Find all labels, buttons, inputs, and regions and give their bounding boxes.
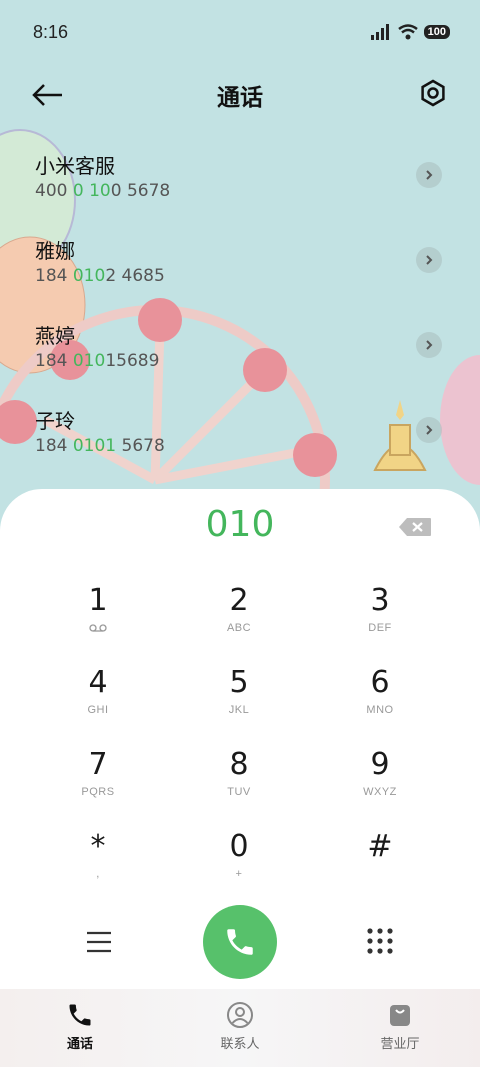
contact-row[interactable]: 燕婷 184 01015689 <box>0 310 480 395</box>
nav-item-contacts[interactable]: 联系人 <box>160 989 320 1067</box>
contact-row[interactable]: 雅娜 184 0102 4685 <box>0 225 480 310</box>
key-3[interactable]: 3 DEF <box>310 584 450 654</box>
battery-icon: 100 <box>423 25 450 39</box>
nav-item-store[interactable]: 营业厅 <box>320 989 480 1067</box>
contact-number: 184 0101 5678 <box>35 436 165 456</box>
contact-name: 燕婷 <box>35 324 75 348</box>
contact-name: 雅娜 <box>35 239 75 263</box>
bottom-nav: 通话 联系人 营业厅 <box>0 989 480 1067</box>
contact-number: 184 0102 4685 <box>35 266 165 286</box>
key-1[interactable]: 1 <box>28 584 168 654</box>
signal-icon <box>370 24 389 40</box>
nav-label: 联系人 <box>220 1037 260 1052</box>
nav-label: 营业厅 <box>380 1037 420 1052</box>
page-title: 通话 <box>217 85 263 111</box>
backspace-icon[interactable] <box>398 517 432 537</box>
contact-list: 小米客服 400 0 100 5678 雅娜 184 0102 4685 燕婷 … <box>0 140 480 480</box>
nav-item-calls[interactable]: 通话 <box>0 989 160 1067</box>
menu-icon[interactable] <box>86 929 112 955</box>
dialer-panel: 010 1 2 ABC 3 DEF 4 GHI 5 JKL 6 MNO 7 PQ… <box>0 489 480 989</box>
key-8[interactable]: 8 TUV <box>169 748 309 818</box>
bag-icon <box>390 1005 410 1026</box>
contact-icon <box>227 1002 253 1028</box>
top-bar: 通话 <box>0 70 480 120</box>
status-time: 8:16 <box>33 22 69 42</box>
settings-icon[interactable] <box>418 78 448 108</box>
call-button[interactable] <box>203 905 277 979</box>
key-5[interactable]: 5 JKL <box>169 666 309 736</box>
keypad-grid-icon[interactable] <box>366 927 394 955</box>
key-4[interactable]: 4 GHI <box>28 666 168 736</box>
chevron-right-icon[interactable] <box>416 162 442 188</box>
wifi-icon <box>397 24 418 40</box>
key-0[interactable]: 0 + <box>169 830 309 900</box>
nav-label: 通话 <box>66 1037 93 1052</box>
contact-name: 子玲 <box>35 409 75 433</box>
chevron-right-icon[interactable] <box>416 247 442 273</box>
key-star[interactable]: * , <box>28 830 168 900</box>
contact-name: 小米客服 <box>35 154 115 178</box>
dialer-actions <box>0 905 480 985</box>
contact-row[interactable]: 小米客服 400 0 100 5678 <box>0 140 480 225</box>
key-6[interactable]: 6 MNO <box>310 666 450 736</box>
key-2[interactable]: 2 ABC <box>169 584 309 654</box>
contact-row[interactable]: 子玲 184 0101 5678 <box>0 395 480 480</box>
phone-icon <box>69 1004 91 1026</box>
chevron-right-icon[interactable] <box>416 332 442 358</box>
voicemail-icon <box>89 624 107 632</box>
key-7[interactable]: 7 PQRS <box>28 748 168 818</box>
status-icons: 100 <box>370 24 450 40</box>
key-9[interactable]: 9 WXYZ <box>310 748 450 818</box>
contact-number: 184 01015689 <box>35 351 160 371</box>
chevron-right-icon[interactable] <box>416 417 442 443</box>
phone-icon <box>227 929 253 955</box>
key-hash[interactable]: # <box>310 830 450 900</box>
contact-number: 400 0 100 5678 <box>35 181 171 201</box>
status-bar: 8:16 100 <box>0 0 480 66</box>
